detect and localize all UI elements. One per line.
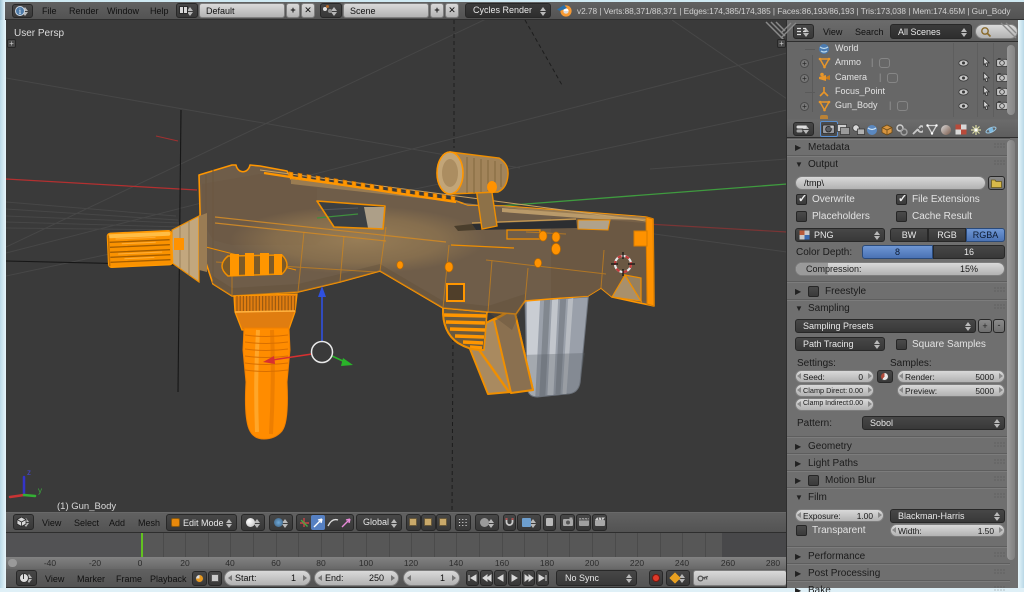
svg-text:y: y [38, 486, 42, 495]
svg-text:z: z [27, 468, 31, 477]
